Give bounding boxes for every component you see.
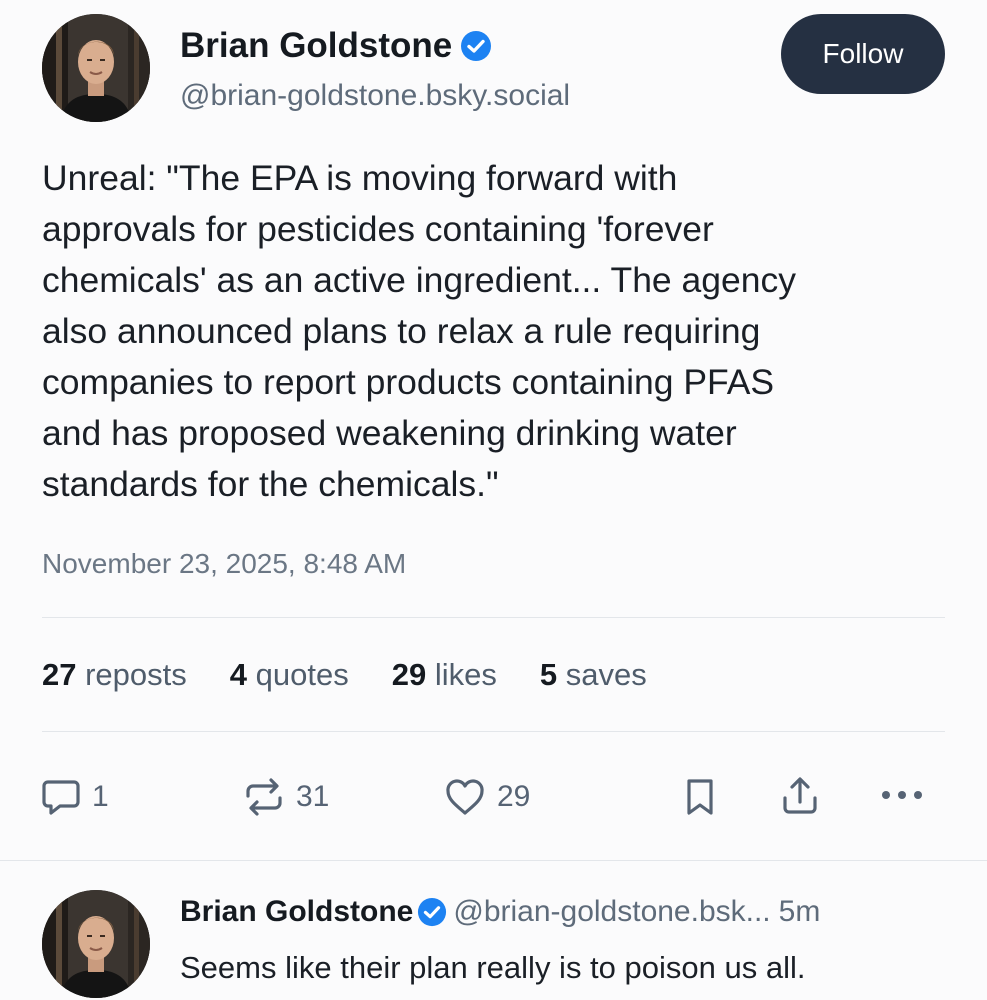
post-timestamp: November 23, 2025, 8:48 AM	[42, 548, 407, 579]
stat-label: quotes	[255, 657, 349, 692]
post-text-line: also announced plans to relax a rule req…	[42, 311, 761, 351]
post-text-line: companies to report products containing …	[42, 362, 775, 402]
reply-header: Brian Goldstone @brian-goldstone.bsk... …	[180, 894, 820, 930]
verified-badge-icon	[460, 30, 492, 62]
bookmark-icon	[680, 776, 720, 818]
post-text-line: and has proposed weakening drinking wate…	[42, 413, 737, 453]
author-name[interactable]: Brian Goldstone	[180, 26, 452, 66]
post-text-line: chemicals' as an active ingredient... Th…	[42, 260, 797, 300]
thread-separator	[0, 860, 987, 861]
verified-badge-icon	[417, 897, 447, 927]
stat-label: saves	[565, 657, 647, 692]
more-options-button[interactable]	[876, 778, 928, 812]
stat-quotes[interactable]: 4 quotes	[230, 655, 349, 695]
divider	[42, 731, 945, 732]
heart-icon	[443, 776, 487, 818]
like-button[interactable]: 29	[443, 776, 530, 818]
reply-count: 1	[92, 780, 109, 813]
stat-count: 5	[539, 657, 558, 692]
repost-icon	[242, 776, 286, 818]
repost-count: 31	[296, 780, 330, 813]
share-icon	[778, 774, 822, 818]
reply-timestamp: 5m	[778, 895, 821, 928]
like-count: 29	[497, 780, 531, 813]
stat-count: 4	[229, 657, 248, 692]
repost-button[interactable]: 31	[242, 776, 329, 818]
stat-count: 27	[42, 657, 77, 692]
stat-reposts[interactable]: 27 reposts	[42, 655, 187, 695]
follow-button[interactable]: Follow	[781, 14, 945, 94]
reply-text: Seems like their plan really is to poiso…	[180, 950, 806, 985]
share-button[interactable]	[778, 774, 822, 818]
author-handle[interactable]: @brian-goldstone.bsky.social	[180, 78, 570, 114]
stat-saves[interactable]: 5 saves	[540, 655, 647, 695]
post-text-line: standards for the chemicals."	[42, 464, 499, 504]
divider	[42, 617, 945, 618]
post-text-line: Unreal: "The EPA is moving forward with	[42, 158, 678, 198]
post-text-line: approvals for pesticides containing 'for…	[42, 209, 714, 249]
more-icon	[876, 778, 928, 812]
stat-count: 29	[391, 657, 427, 692]
stat-likes[interactable]: 29 likes	[392, 655, 497, 695]
reply-bubble-icon	[40, 776, 82, 818]
reply-author-avatar[interactable]	[42, 890, 150, 998]
reply-author-name[interactable]: Brian Goldstone	[180, 894, 413, 930]
post-text: Unreal: "The EPA is moving forward with …	[42, 153, 962, 510]
author-avatar[interactable]	[42, 14, 150, 122]
reply-button[interactable]: 1	[40, 776, 109, 818]
stat-label: likes	[434, 657, 497, 692]
author-name-row[interactable]: Brian Goldstone	[180, 26, 492, 66]
stat-label: reposts	[85, 657, 187, 692]
engagement-stats: 27 reposts 4 quotes 29 likes 5 saves	[42, 655, 690, 695]
reply-author-handle[interactable]: @brian-goldstone.bsk...	[453, 894, 770, 930]
bookmark-button[interactable]	[680, 776, 720, 818]
